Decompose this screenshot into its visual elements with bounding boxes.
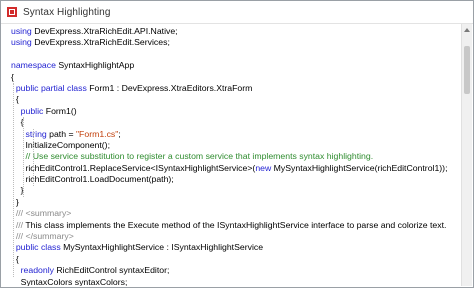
code-line[interactable]: { (11, 72, 448, 83)
code-token: <summary> (25, 208, 72, 219)
title-bar[interactable]: Syntax Highlighting (1, 1, 473, 24)
code-line[interactable]: { (11, 94, 448, 105)
code-line[interactable]: readonly RichEditControl syntaxEditor; (11, 265, 448, 276)
code-line[interactable]: public partial class Form1 : DevExpress.… (11, 83, 448, 94)
code-line[interactable]: using DevExpress.XtraRichEdit.API.Native… (11, 26, 448, 37)
code-token: public class (15, 242, 61, 253)
code-line[interactable]: { (11, 254, 448, 265)
code-token: This class implements the Execute method… (23, 219, 447, 230)
code-token: public partial class (15, 82, 87, 93)
code-token: namespace (11, 60, 56, 71)
indent-guide (23, 117, 24, 197)
code-token: using (11, 26, 32, 36)
code-token: /// (15, 219, 24, 230)
code-token: string (25, 128, 47, 139)
code-line[interactable]: using DevExpress.XtraRichEdit.Services; (11, 37, 448, 48)
code-line[interactable]: } (11, 197, 448, 208)
code-token: SyntaxHighlightApp (55, 60, 135, 71)
code-token: MySyntaxHighlightService : ISyntaxHighli… (60, 242, 264, 253)
code-line[interactable]: public class MySyntaxHighlightService : … (11, 242, 448, 253)
code-line[interactable]: namespace SyntaxHighlightApp (11, 60, 448, 71)
code-line[interactable]: richEditControl1.LoadDocument(path); (11, 174, 448, 185)
code-token: </summary> (25, 231, 74, 242)
code-line[interactable]: public Form1() (11, 106, 448, 117)
scrollbar-thumb[interactable] (464, 46, 470, 94)
code-line[interactable]: { (11, 117, 448, 128)
code-line[interactable]: // Use service substitution to register … (11, 151, 448, 162)
app-red-icon (7, 7, 17, 17)
code-token: /// (15, 231, 24, 242)
app-window: Syntax Highlighting using DevExpress.Xtr… (0, 0, 474, 288)
code-token: DevExpress.XtraRichEdit.API.Native; (31, 26, 178, 36)
code-token: DevExpress.XtraRichEdit.Services; (31, 37, 170, 48)
code-token: // Use service substitution to register … (25, 151, 374, 162)
code-token: InitializeComponent(); (11, 139, 110, 150)
code-line[interactable]: /// <summary> (11, 208, 448, 219)
code-token: /// (15, 208, 24, 219)
code-token: SyntaxColors syntaxColors; (11, 276, 128, 286)
code-line[interactable]: /// </summary> (11, 231, 448, 242)
code-line[interactable]: /// This class implements the Execute me… (11, 220, 448, 231)
code-editor[interactable]: using DevExpress.XtraRichEdit.API.Native… (2, 24, 462, 286)
code-line[interactable] (11, 49, 448, 60)
code-token: { (11, 71, 14, 82)
indent-guide (33, 128, 34, 186)
code-token: Form1 : DevExpress.XtraEditors.XtraForm (86, 82, 253, 93)
vertical-scrollbar[interactable] (461, 24, 472, 286)
code-line[interactable]: SyntaxColors syntaxColors; (11, 277, 448, 286)
indent-guide (13, 83, 14, 277)
code-token: richEditControl1.LoadDocument(path); (11, 174, 174, 185)
window-title: Syntax Highlighting (23, 6, 111, 18)
code-token: richEditControl1.ReplaceService<ISyntaxH… (11, 162, 256, 173)
code-line[interactable]: string path = "Form1.cs"; (11, 129, 448, 140)
code-token: ; (118, 128, 121, 139)
code-token: readonly (20, 265, 54, 276)
scroll-up-icon[interactable] (464, 28, 470, 32)
code-line[interactable]: InitializeComponent(); (11, 140, 448, 151)
code-token: public (20, 105, 44, 116)
code-token: RichEditControl syntaxEditor; (53, 265, 170, 276)
code-line[interactable]: } (11, 185, 448, 196)
code-token: using (11, 37, 32, 48)
code-token: MySyntaxHighlightService(richEditControl… (271, 162, 448, 173)
code-content[interactable]: using DevExpress.XtraRichEdit.API.Native… (11, 26, 448, 286)
code-line[interactable]: richEditControl1.ReplaceService<ISyntaxH… (11, 162, 448, 174)
code-token: Form1() (43, 105, 77, 116)
code-token: path = (46, 128, 76, 139)
code-token: "Form1.cs" (75, 128, 119, 139)
code-token: new (255, 162, 272, 173)
